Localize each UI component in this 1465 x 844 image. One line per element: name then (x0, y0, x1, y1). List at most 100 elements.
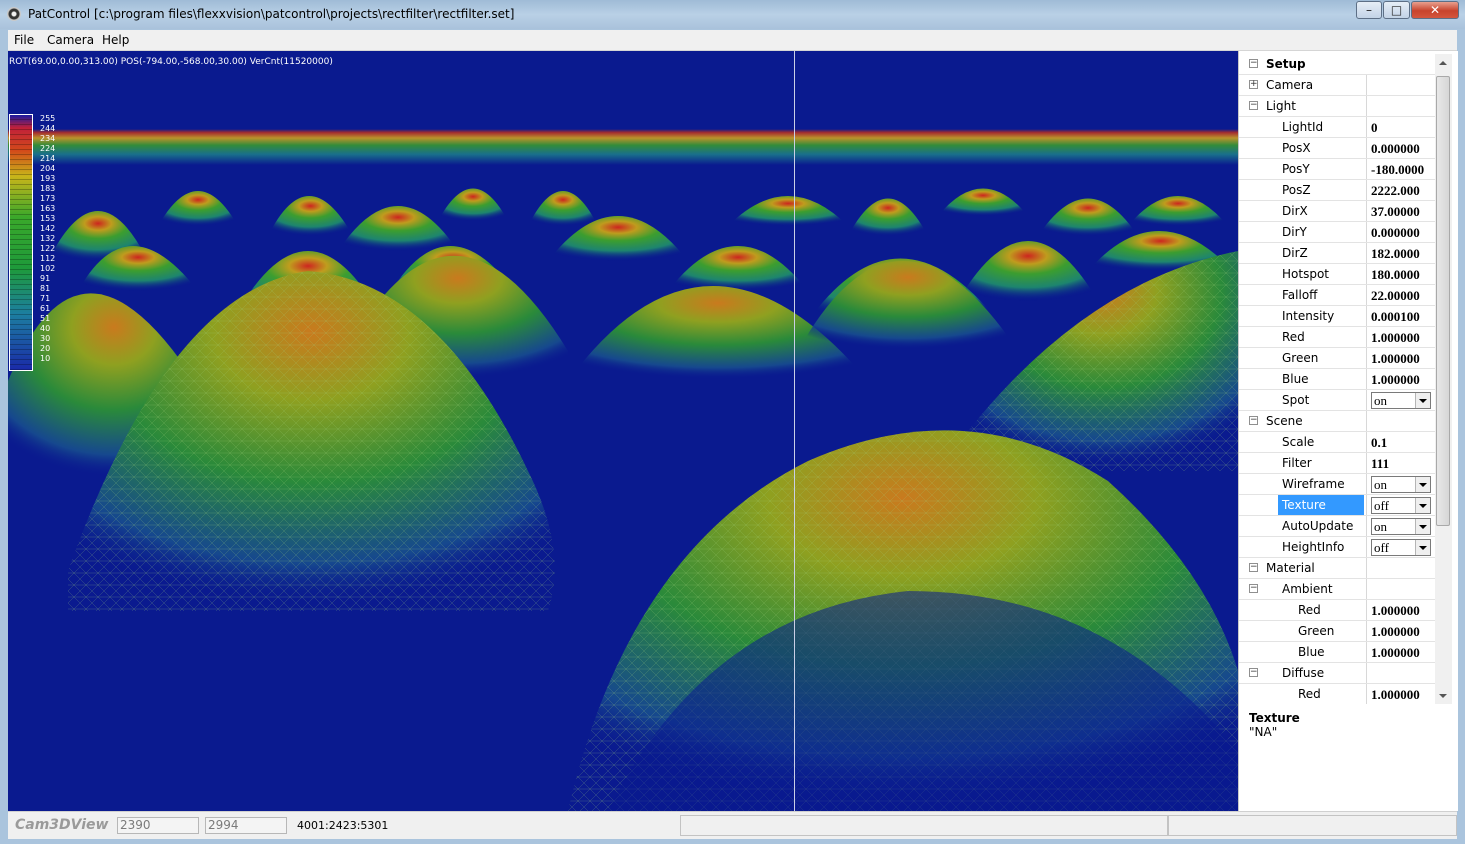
property-dropdown[interactable]: on (1371, 392, 1431, 409)
light-prop-diry[interactable]: DirY 0.000000 (1239, 222, 1435, 243)
property-value[interactable]: 22.00000 (1371, 285, 1433, 305)
subcategory-label: Ambient (1282, 582, 1333, 596)
property-value[interactable]: 0.000000 (1371, 138, 1433, 158)
dropdown-arrow-icon[interactable] (1415, 498, 1430, 513)
menu-file[interactable]: File (14, 33, 34, 47)
property-value[interactable]: 1.000000 (1371, 600, 1433, 620)
column-divider (1366, 453, 1367, 473)
property-scrollbar[interactable] (1435, 54, 1452, 704)
scroll-down-arrow-icon[interactable] (1439, 694, 1447, 698)
app-icon[interactable] (7, 7, 21, 21)
category-scene[interactable]: − Scene (1239, 411, 1435, 432)
light-prop-blue[interactable]: Blue 1.000000 (1239, 369, 1435, 390)
property-value[interactable]: 1.000000 (1371, 348, 1433, 368)
category-label: Camera (1266, 78, 1314, 92)
subcategory-ambient[interactable]: − Ambient (1239, 579, 1435, 600)
property-value[interactable]: 0.1 (1371, 432, 1433, 452)
column-divider (1366, 306, 1367, 326)
diffuse-prop-red[interactable]: Red 1.000000 (1239, 684, 1435, 704)
legend-label: 255 (40, 114, 56, 123)
column-divider (1366, 201, 1367, 221)
property-dropdown[interactable]: on (1371, 518, 1431, 535)
collapse-icon[interactable]: − (1249, 668, 1258, 677)
light-prop-posx[interactable]: PosX 0.000000 (1239, 138, 1435, 159)
legend-label: 173 (40, 194, 56, 203)
light-prop-posy[interactable]: PosY -180.0000 (1239, 159, 1435, 180)
collapse-icon[interactable]: − (1249, 59, 1258, 68)
subcategory-diffuse[interactable]: − Diffuse (1239, 663, 1435, 684)
dropdown-arrow-icon[interactable] (1415, 393, 1430, 408)
column-divider (1366, 390, 1367, 410)
legend-label: 40 (40, 324, 51, 333)
scene-prop-wireframe[interactable]: Wireframe on (1239, 474, 1435, 495)
category-material[interactable]: − Material (1239, 558, 1435, 579)
close-button[interactable]: ✕ (1411, 1, 1459, 19)
scene-prop-texture[interactable]: Texture off (1239, 495, 1435, 516)
ambient-prop-blue[interactable]: Blue 1.000000 (1239, 642, 1435, 663)
property-value[interactable]: 1.000000 (1371, 684, 1433, 704)
property-value[interactable]: 1.000000 (1371, 642, 1433, 662)
ambient-prop-green[interactable]: Green 1.000000 (1239, 621, 1435, 642)
dropdown-arrow-icon[interactable] (1415, 477, 1430, 492)
light-prop-green[interactable]: Green 1.000000 (1239, 348, 1435, 369)
scene-prop-filter[interactable]: Filter 111 (1239, 453, 1435, 474)
legend-label: 122 (40, 244, 56, 253)
property-dropdown[interactable]: off (1371, 539, 1431, 556)
category-camera[interactable]: + Camera (1239, 75, 1435, 96)
collapse-icon[interactable]: − (1249, 584, 1258, 593)
light-prop-falloff[interactable]: Falloff 22.00000 (1239, 285, 1435, 306)
title-bar[interactable]: PatControl [c:\program files\flexxvision… (0, 0, 1465, 29)
legend-label: 193 (40, 174, 56, 183)
light-prop-posz[interactable]: PosZ 2222.000 (1239, 180, 1435, 201)
scroll-up-arrow-icon[interactable] (1439, 61, 1447, 65)
scene-prop-heightinfo[interactable]: HeightInfo off (1239, 537, 1435, 558)
category-light[interactable]: − Light (1239, 96, 1435, 117)
property-value[interactable]: 0.000000 (1371, 222, 1433, 242)
crosshair-line (794, 51, 795, 811)
dropdown-arrow-icon[interactable] (1415, 519, 1430, 534)
column-divider (1366, 684, 1367, 704)
property-dropdown[interactable]: off (1371, 497, 1431, 514)
scrollbar-thumb[interactable] (1436, 76, 1450, 526)
property-name: Wireframe (1282, 477, 1345, 491)
collapse-icon[interactable]: − (1249, 101, 1258, 110)
legend-label: 234 (40, 134, 56, 143)
property-value[interactable]: 182.0000 (1371, 243, 1433, 263)
property-value[interactable]: 180.0000 (1371, 264, 1433, 284)
scene-prop-autoupdate[interactable]: AutoUpdate on (1239, 516, 1435, 537)
light-prop-lightid[interactable]: LightId 0 (1239, 117, 1435, 138)
menu-help[interactable]: Help (102, 33, 129, 47)
collapse-icon[interactable]: − (1249, 416, 1258, 425)
window-title: PatControl [c:\program files\flexxvision… (28, 7, 515, 21)
legend-label: 30 (40, 334, 51, 343)
minimize-button[interactable]: – (1356, 1, 1382, 19)
collapse-icon[interactable]: − (1249, 563, 1258, 572)
category-label: Setup (1266, 57, 1306, 71)
light-prop-dirz[interactable]: DirZ 182.0000 (1239, 243, 1435, 264)
dropdown-arrow-icon[interactable] (1415, 540, 1430, 555)
property-value[interactable]: 0 (1371, 117, 1433, 137)
3d-viewport[interactable]: ROT(69.00,0.00,313.00) POS(-794.00,-568.… (8, 51, 1238, 811)
light-prop-intensity[interactable]: Intensity 0.000100 (1239, 306, 1435, 327)
property-value[interactable]: 111 (1371, 453, 1433, 473)
property-value[interactable]: 37.00000 (1371, 201, 1433, 221)
expand-icon[interactable]: + (1249, 80, 1258, 89)
property-dropdown[interactable]: on (1371, 476, 1431, 493)
menu-camera[interactable]: Camera (47, 33, 94, 47)
property-value[interactable]: 1.000000 (1371, 621, 1433, 641)
scene-prop-scale[interactable]: Scale 0.1 (1239, 432, 1435, 453)
light-prop-dirx[interactable]: DirX 37.00000 (1239, 201, 1435, 222)
category-setup[interactable]: − Setup (1239, 54, 1435, 75)
property-name: PosX (1282, 141, 1311, 155)
ambient-prop-red[interactable]: Red 1.000000 (1239, 600, 1435, 621)
property-value[interactable]: 0.000100 (1371, 306, 1433, 326)
light-prop-red[interactable]: Red 1.000000 (1239, 327, 1435, 348)
light-prop-spot[interactable]: Spot on (1239, 390, 1435, 411)
property-value[interactable]: 1.000000 (1371, 327, 1433, 347)
light-prop-hotspot[interactable]: Hotspot 180.0000 (1239, 264, 1435, 285)
column-divider (1366, 621, 1367, 641)
property-value[interactable]: 2222.000 (1371, 180, 1433, 200)
property-value[interactable]: 1.000000 (1371, 369, 1433, 389)
property-value[interactable]: -180.0000 (1371, 159, 1433, 179)
maximize-button[interactable]: □ (1383, 1, 1410, 19)
